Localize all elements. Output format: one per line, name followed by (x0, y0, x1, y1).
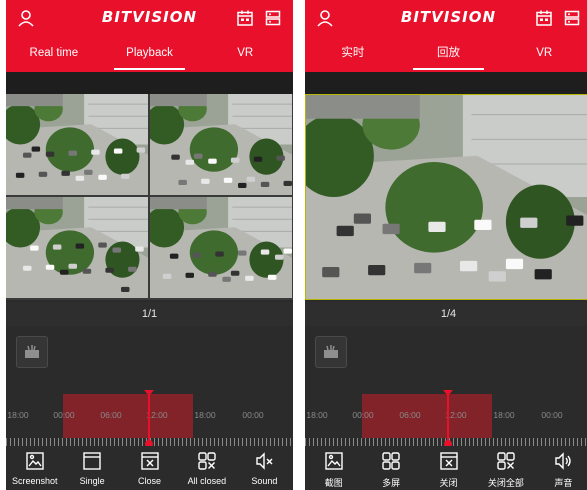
toolbar-label: Screenshot (11, 476, 58, 486)
calendar-icon[interactable] (233, 6, 257, 30)
page-indicator: 1/4 (305, 302, 587, 326)
timeline-tick-label: 00:00 (352, 410, 374, 420)
sound-muted-icon (253, 450, 275, 472)
timeline-tick-label: 00:00 (242, 410, 264, 420)
sound-muted-button[interactable]: Sound (236, 446, 293, 490)
screenshot-button[interactable]: Screenshot (6, 446, 63, 490)
toolbar-label: 截图 (324, 478, 343, 488)
screenshot-icon (323, 450, 345, 472)
single-screen-button[interactable]: Single (63, 446, 120, 490)
timeline-tick-label: 00:00 (541, 410, 563, 420)
top-bar: BITVISION 实时 回放 VR (305, 0, 587, 72)
page-indicator: 1/1 (6, 302, 293, 326)
toolbar-label: All closed (187, 476, 227, 486)
tab-playback[interactable]: Playback (102, 38, 198, 72)
header-spacer (305, 72, 587, 94)
recording-type-icon[interactable] (16, 336, 48, 368)
single-screen-icon (81, 450, 103, 472)
sound-on-button[interactable]: 声音 (535, 446, 587, 490)
tab-real-time[interactable]: 实时 (305, 38, 401, 72)
screenshot-button[interactable]: 截图 (305, 446, 362, 490)
bottom-toolbar: 截图 多屏 关闭 关闭全部 声音 (305, 446, 587, 490)
multi-screen-button[interactable]: 多屏 (362, 446, 419, 490)
video-area[interactable] (305, 94, 587, 300)
timeline-tick-label: 00:00 (53, 410, 75, 420)
close-all-icon (495, 450, 517, 472)
toolbar-label: 声音 (554, 478, 573, 488)
phone-screen-left: BITVISION Real time Playback VR 1/1 18:00 00:0… (6, 0, 293, 490)
playback-controls (6, 326, 293, 382)
close-all-button[interactable]: All closed (178, 446, 235, 490)
camera-view[interactable] (6, 94, 148, 195)
mode-tabs: 实时 回放 VR (305, 38, 587, 72)
calendar-icon[interactable] (532, 6, 556, 30)
timeline-cursor[interactable] (443, 390, 453, 448)
toolbar-label: Close (138, 476, 162, 486)
camera-view[interactable] (150, 94, 292, 195)
timeline[interactable]: 18:00 00:00 06:00 12:00 18:00 00:00 (6, 382, 293, 448)
tab-vr[interactable]: VR (197, 38, 293, 72)
timeline-tick-label: 06:00 (100, 410, 122, 420)
toolbar-label: Single (79, 476, 105, 486)
camera-view[interactable] (150, 197, 292, 298)
playback-controls (305, 326, 587, 382)
close-button[interactable]: 关闭 (420, 446, 477, 490)
timeline[interactable]: 18:00 00:00 06:00 12:00 18:00 00:00 (305, 382, 587, 448)
toolbar-label: 多屏 (382, 478, 401, 488)
device-list-icon[interactable] (261, 6, 285, 30)
multi-screen-icon (380, 450, 402, 472)
tab-vr[interactable]: VR (496, 38, 587, 72)
timeline-tick-label: 18:00 (306, 410, 328, 420)
screenshot-icon (24, 450, 46, 472)
close-button[interactable]: Close (121, 446, 178, 490)
phone-screen-right: BITVISION 实时 回放 VR 1/4 18:00 00:00 06:00 12:00 18… (305, 0, 587, 490)
tab-playback[interactable]: 回放 (401, 38, 497, 72)
video-area[interactable] (6, 94, 293, 300)
toolbar-label: 关闭 (439, 478, 458, 488)
device-list-icon[interactable] (560, 6, 584, 30)
close-all-icon (196, 450, 218, 472)
timeline-tick-label: 18:00 (7, 410, 29, 420)
toolbar-label: Sound (251, 476, 278, 486)
close-icon (139, 450, 161, 472)
close-icon (438, 450, 460, 472)
top-bar: BITVISION Real time Playback VR (6, 0, 293, 72)
close-all-button[interactable]: 关闭全部 (477, 446, 534, 490)
camera-view[interactable] (6, 197, 148, 298)
timeline-tick-label: 18:00 (493, 410, 515, 420)
bottom-toolbar: Screenshot Single Close All closed Sound (6, 446, 293, 490)
recording-type-icon[interactable] (315, 336, 347, 368)
toolbar-label: 关闭全部 (487, 478, 524, 488)
timeline-tick-label: 06:00 (399, 410, 421, 420)
mode-tabs: Real time Playback VR (6, 38, 293, 72)
timeline-tick-label: 18:00 (194, 410, 216, 420)
sound-on-icon (552, 450, 574, 472)
camera-view[interactable] (305, 94, 587, 300)
timeline-cursor[interactable] (144, 390, 154, 448)
header-spacer (6, 72, 293, 94)
tab-real-time[interactable]: Real time (6, 38, 102, 72)
